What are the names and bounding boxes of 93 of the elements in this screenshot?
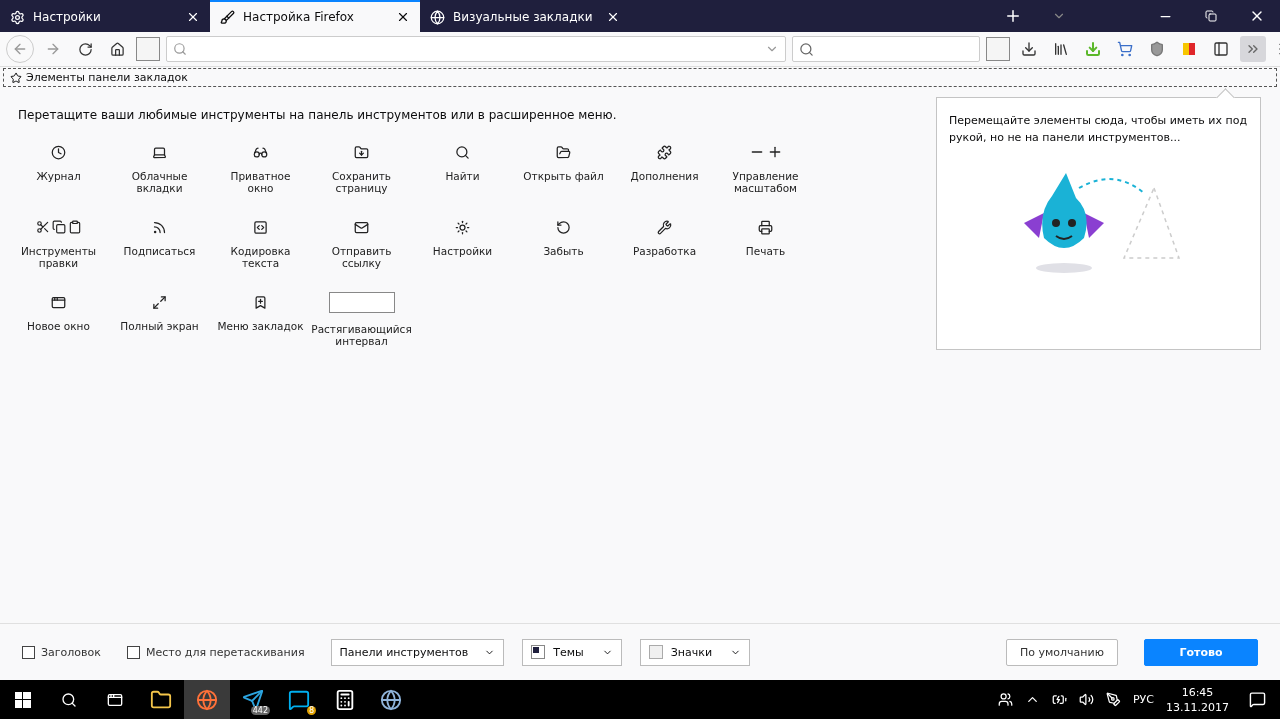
sidebar-icon [1213,41,1229,57]
dropdown[interactable]: Панели инструментов [330,638,505,666]
notifications-icon[interactable] [1249,691,1266,708]
clock[interactable]: 16:45 13.11.2017 [1166,685,1229,714]
palette-item[interactable]: Отправить ссылку [317,219,406,286]
reload-icon [77,41,93,57]
palette-item[interactable]: Сохранить страницу [317,144,406,211]
folder-icon [354,144,369,160]
overflow-button[interactable] [1240,36,1266,62]
palette-item[interactable]: Найти [445,144,480,211]
close-icon[interactable] [186,10,200,24]
default-button[interactable]: По умолчанию [1006,638,1118,666]
palette-item[interactable]: Приватное окно [216,144,305,211]
laptop-icon [152,144,167,160]
palette-item[interactable]: Забыть [543,219,584,286]
home-icon [109,41,125,57]
taskbar-app[interactable]: 442 [230,680,276,719]
search-icon [61,691,77,708]
palette-item[interactable]: Печать [745,219,786,286]
search-icon [173,42,187,56]
arrow-down-icon [1085,41,1101,57]
bookmarks-toolbar-label: Элементы панели закладок [26,71,188,84]
palette-item[interactable]: Разработка [632,219,697,286]
chat-icon [288,688,310,711]
shield-icon [1149,41,1165,57]
palette-item[interactable]: Растягивающийся интервал [311,294,412,361]
edit-tools-icon [35,219,82,235]
tab-icon [10,9,25,25]
code-icon [253,219,268,235]
clock-icon [51,144,66,160]
tab-icon [430,9,445,25]
mail-icon [354,219,369,235]
restore-icon[interactable] [1205,10,1217,22]
arrow-right-icon [45,41,61,57]
battery-icon[interactable] [1052,692,1067,707]
windows-icon [15,691,31,708]
palette-item[interactable]: Облачные вкладки [115,144,204,211]
browser-tab[interactable]: Настройка Firefox [210,0,420,32]
spacer-box [328,292,395,313]
speaker-icon[interactable] [1079,692,1094,707]
empty-slot [986,37,1010,61]
library-icon [1053,41,1069,57]
dropdown[interactable]: Темы [522,638,622,666]
close-icon[interactable] [606,10,620,24]
instructions-text: Перетащите ваши любимые инструменты на панель инструментов или в расширенное меню. [18,108,618,122]
folder-icon [556,144,571,160]
new-tab-icon[interactable] [1004,7,1022,25]
palette-item[interactable]: Открыть файл [523,144,604,211]
url-field[interactable] [166,36,786,62]
people-icon[interactable] [998,692,1013,707]
palette-item[interactable]: Полный экран [120,294,199,361]
palette-item[interactable]: Меню закладок [217,294,304,361]
count-badge: 442 [250,706,270,715]
window-icon [51,294,66,310]
expand-icon [152,294,167,310]
pen-icon[interactable] [1106,692,1121,707]
calculator-icon [334,688,356,711]
puzzle-icon [657,144,672,160]
dropdown[interactable]: Значки [639,638,751,666]
flag-icon [1183,43,1195,55]
close-icon[interactable] [396,10,410,24]
palette-item[interactable]: Подписаться [123,219,196,286]
palette-item[interactable]: Инструменты правки [14,219,103,286]
palette-item[interactable]: Дополнения [630,144,699,211]
palette-item[interactable]: Новое окно [27,294,90,361]
checkbox[interactable]: Место для перетаскивания [126,645,305,659]
density-icon [648,645,663,659]
rss-icon [152,219,167,235]
search-icon [799,41,814,57]
search-field[interactable] [792,36,980,62]
wrench-icon [657,219,672,235]
theme-icon [531,645,546,659]
search-icon [455,144,470,160]
history-icon [556,219,571,235]
palette-item[interactable]: Журнал [36,144,81,211]
browser-tab[interactable]: Визуальные закладки [420,0,630,32]
overflow-panel-text: Перемещайте элементы сюда, чтобы иметь их под рукой, но не на панели инструментов... [949,113,1248,146]
folder-icon [150,688,172,711]
empty-slot [136,37,160,61]
checkbox[interactable]: Заголовок [22,645,101,659]
language-indicator[interactable]: РУС [1133,693,1154,706]
browser-tab[interactable]: Настройки [0,0,210,32]
palette-item[interactable]: Кодировка текста [216,219,305,286]
gear-icon [455,219,470,235]
done-button[interactable]: Готово [1144,638,1258,666]
cart-icon [1117,41,1133,57]
download-icon [1021,41,1037,57]
task-view-icon [107,691,123,708]
palette-item[interactable]: Управление масштабом [721,144,810,211]
tab-icon [220,9,235,25]
count-badge: 8 [306,706,316,715]
printer-icon [758,219,773,235]
palette-item[interactable]: Настройки [432,219,493,286]
